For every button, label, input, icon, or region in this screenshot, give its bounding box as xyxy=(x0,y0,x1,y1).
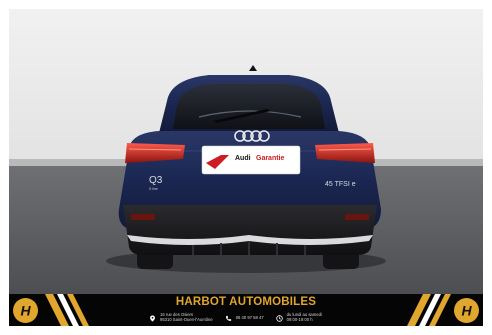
address-line-2: 95310 Saint-Ouen-l'Aumône xyxy=(160,317,213,322)
right-reflector xyxy=(345,214,369,220)
dealer-contact-row: 16 rue des Osiers 95310 Saint-Ouen-l'Aum… xyxy=(149,312,363,324)
model-badge: Q3 xyxy=(149,175,163,186)
dealer-banner: H HARBOT AUTOMOBILES 16 rue des Osiers 9… xyxy=(9,294,483,326)
plate-text: Garantie xyxy=(256,155,285,162)
stripes-right-icon xyxy=(407,294,451,326)
address-item: 16 rue des Osiers 95310 Saint-Ouen-l'Aum… xyxy=(149,313,213,322)
phone-number: 06 40 97 58 47 xyxy=(235,314,264,320)
plate-brand: Audi xyxy=(235,155,251,162)
clock-icon xyxy=(275,314,283,322)
dealer-logo-right: H xyxy=(454,298,479,323)
phone-icon xyxy=(225,315,231,321)
location-pin-icon xyxy=(150,314,155,322)
svg-text:H: H xyxy=(461,303,472,319)
engine-badge: 45 TFSI e xyxy=(325,181,356,188)
car-photo: Audi Garantie Q3 S line 45 TFSI e xyxy=(9,9,483,294)
photo-frame: Audi Garantie Q3 S line 45 TFSI e H HARB… xyxy=(9,9,483,326)
phone-item: 06 40 97 58 47 xyxy=(225,315,264,322)
left-reflector xyxy=(131,214,155,220)
hours-line-2: 09:00-19:00 h xyxy=(286,317,313,322)
hours-item: du lundi au samedi 09:00-19:00 h xyxy=(275,313,322,322)
rear-window xyxy=(173,84,325,129)
model-sub-badge: S line xyxy=(149,187,158,191)
